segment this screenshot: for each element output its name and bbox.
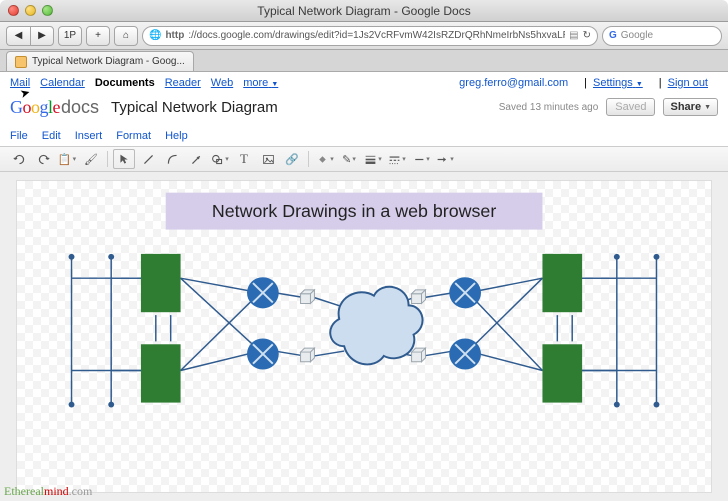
select-tool[interactable] bbox=[113, 149, 135, 169]
url-scheme: http bbox=[165, 30, 184, 41]
menu-help[interactable]: Help bbox=[165, 130, 188, 142]
search-placeholder: Google bbox=[621, 30, 653, 41]
add-button[interactable]: + bbox=[86, 26, 110, 46]
line-dash-button[interactable] bbox=[386, 149, 408, 169]
nav-more[interactable]: more ▼ bbox=[243, 77, 278, 89]
onepassword-button[interactable]: 1P bbox=[58, 26, 82, 46]
nav-documents[interactable]: Documents bbox=[95, 77, 155, 89]
arrow-end-button[interactable] bbox=[434, 149, 456, 169]
window-title: Typical Network Diagram - Google Docs bbox=[0, 4, 728, 18]
line-color-button[interactable]: ✎ bbox=[338, 149, 360, 169]
nav-reader[interactable]: Reader bbox=[165, 77, 201, 89]
docs-title-bar: Google docs Typical Network Diagram Save… bbox=[0, 92, 728, 126]
minimize-window-button[interactable] bbox=[25, 5, 36, 16]
saved-button[interactable]: Saved bbox=[606, 98, 655, 116]
menu-edit[interactable]: Edit bbox=[42, 130, 61, 142]
google-nav-bar: Mail Calendar Documents Reader Web more … bbox=[0, 72, 728, 92]
home-button[interactable]: ⌂ bbox=[114, 26, 138, 46]
textbox-tool[interactable]: T bbox=[233, 149, 255, 169]
menu-insert[interactable]: Insert bbox=[75, 130, 103, 142]
curve-tool[interactable] bbox=[161, 149, 183, 169]
line-weight-button[interactable] bbox=[362, 149, 384, 169]
save-status: Saved 13 minutes ago bbox=[499, 102, 599, 113]
nav-web[interactable]: Web bbox=[211, 77, 233, 89]
right-switches[interactable] bbox=[542, 254, 582, 403]
nav-back-forward-group: ◀ ▶ bbox=[6, 26, 54, 46]
left-rails bbox=[72, 257, 112, 405]
docs-menu-bar: File Edit Insert Format Help bbox=[0, 126, 728, 146]
redo-button[interactable] bbox=[32, 149, 54, 169]
url-text: ://docs.google.com/drawings/edit?id=1Js2… bbox=[188, 30, 565, 41]
paint-format-button[interactable]: 🖌 bbox=[80, 149, 102, 169]
browser-toolbar: ◀ ▶ 1P + ⌂ 🌐 http ://docs.google.com/dra… bbox=[0, 22, 728, 50]
reload-button[interactable]: ↻ bbox=[583, 30, 591, 41]
menu-format[interactable]: Format bbox=[116, 130, 151, 142]
rss-icon[interactable]: ▤ bbox=[569, 30, 578, 41]
browser-tab[interactable]: Typical Network Diagram - Goog... bbox=[6, 51, 194, 71]
zoom-window-button[interactable] bbox=[42, 5, 53, 16]
docs-logo-suffix: docs bbox=[61, 97, 99, 118]
right-rails bbox=[617, 257, 657, 405]
account-email[interactable]: greg.ferro@gmail.com bbox=[459, 77, 568, 89]
shape-tool[interactable] bbox=[209, 149, 231, 169]
undo-button[interactable] bbox=[8, 149, 30, 169]
banner-text: Network Drawings in a web browser bbox=[212, 201, 497, 221]
watermark: Etherealmind.com bbox=[4, 484, 92, 499]
document-title[interactable]: Typical Network Diagram bbox=[111, 99, 278, 116]
close-window-button[interactable] bbox=[8, 5, 19, 16]
line-tool[interactable] bbox=[137, 149, 159, 169]
docs-toolbar: 📋 🖌 T 🔗 ✎ bbox=[0, 146, 728, 172]
fill-color-button[interactable] bbox=[314, 149, 336, 169]
globe-icon: 🌐 bbox=[149, 30, 161, 41]
arrow-tool[interactable] bbox=[185, 149, 207, 169]
signout-link[interactable]: Sign out bbox=[668, 77, 708, 89]
google-logo[interactable]: Google bbox=[10, 97, 60, 118]
separator bbox=[308, 151, 309, 167]
drawing-canvas-area: Network Drawings in a web browser bbox=[0, 172, 728, 501]
nav-calendar[interactable]: Calendar bbox=[40, 77, 85, 89]
browser-search-box[interactable]: G Google bbox=[602, 26, 722, 46]
image-tool[interactable] bbox=[257, 149, 279, 169]
menu-file[interactable]: File bbox=[10, 130, 28, 142]
browser-tab-strip: Typical Network Diagram - Goog... bbox=[0, 50, 728, 72]
docs-favicon bbox=[15, 56, 27, 68]
arrow-start-button[interactable] bbox=[410, 149, 432, 169]
left-switches[interactable] bbox=[141, 254, 181, 403]
separator bbox=[107, 151, 108, 167]
share-button[interactable]: Share▼ bbox=[663, 98, 718, 116]
url-bar[interactable]: 🌐 http ://docs.google.com/drawings/edit?… bbox=[142, 26, 598, 46]
back-button[interactable]: ◀ bbox=[6, 26, 30, 46]
nav-mail[interactable]: Mail bbox=[10, 77, 30, 89]
forward-button[interactable]: ▶ bbox=[30, 26, 54, 46]
mac-title-bar: Typical Network Diagram - Google Docs bbox=[0, 0, 728, 22]
web-clipboard-button[interactable]: 📋 bbox=[56, 149, 78, 169]
traffic-lights bbox=[8, 5, 53, 16]
drawing-canvas[interactable]: Network Drawings in a web browser bbox=[16, 180, 712, 493]
cloud-shape[interactable] bbox=[330, 287, 422, 365]
network-diagram-svg: Network Drawings in a web browser bbox=[17, 181, 711, 492]
link-tool[interactable]: 🔗 bbox=[281, 149, 303, 169]
tab-title: Typical Network Diagram - Goog... bbox=[32, 56, 185, 67]
settings-link[interactable]: Settings ▼ bbox=[593, 77, 643, 89]
google-favicon: G bbox=[609, 30, 617, 41]
